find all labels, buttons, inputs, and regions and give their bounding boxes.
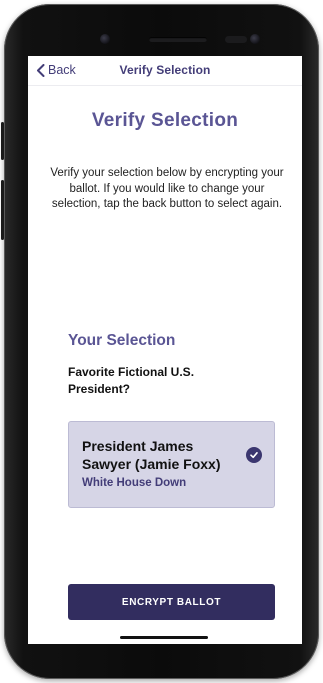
home-indicator [120,636,208,639]
contest-question: Favorite Fictional U.S. President? [68,365,195,396]
volume-button [1,122,4,160]
check-circle-icon [246,447,262,463]
phone-top-bar [4,4,319,52]
power-button [1,180,4,240]
earpiece-speaker [149,37,207,42]
app-screen: Back Verify Selection Verify Selection V… [28,56,302,644]
navigation-bar: Back Verify Selection [28,56,302,86]
page-title: Verify Selection [91,110,239,131]
phone-frame: Back Verify Selection Verify Selection V… [1,4,319,679]
front-camera [100,34,110,44]
section-title: Your Selection [68,332,176,349]
selection-card: President James Sawyer (Jamie Foxx) Whit… [68,421,275,508]
proximity-sensor [225,36,247,43]
instructions-text: Verify your selection below by encryptin… [50,167,284,210]
nav-title: Verify Selection [119,63,211,77]
front-camera-secondary [250,34,260,44]
candidate-subtitle: White House Down [82,477,187,489]
encrypt-ballot-button[interactable]: ENCRYPT BALLOT [68,584,275,620]
candidate-name: President James Sawyer (Jamie Foxx) [82,438,221,472]
